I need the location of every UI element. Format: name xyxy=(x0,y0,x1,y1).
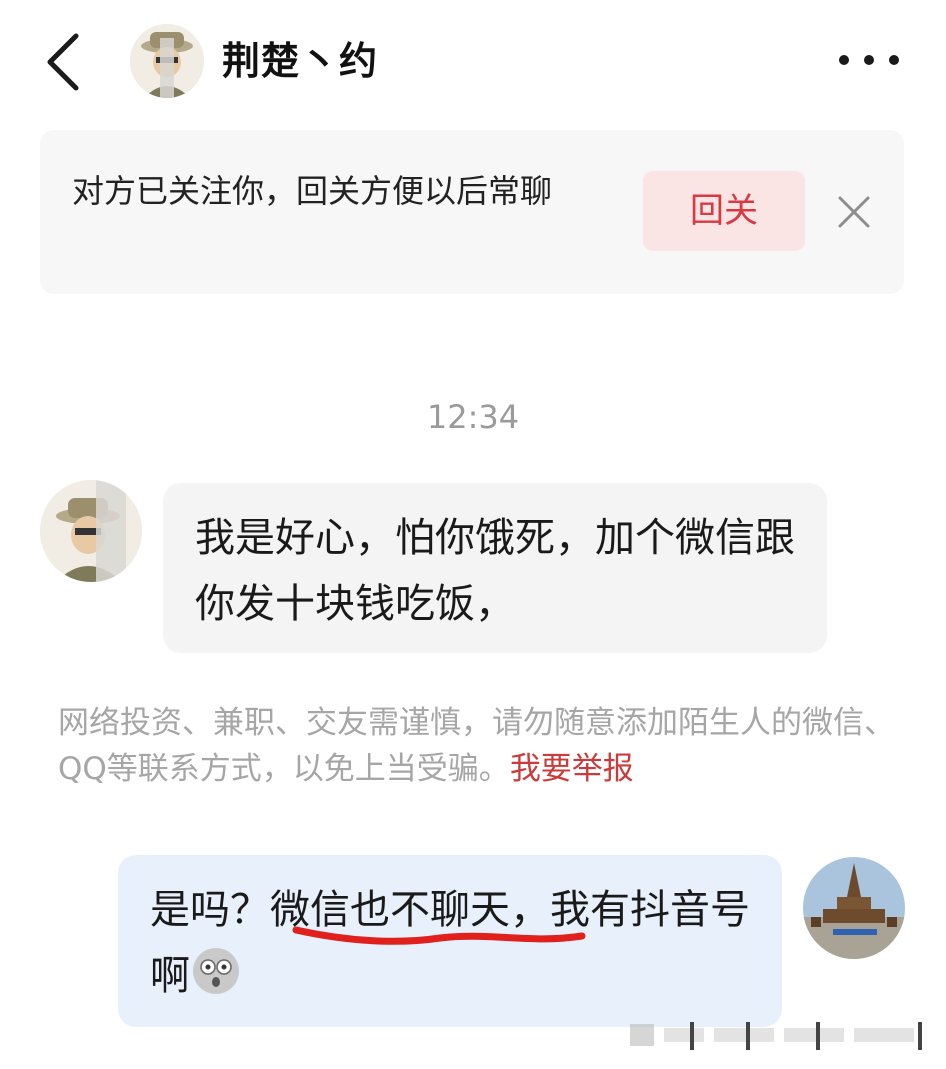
message-timestamp: 12:34 xyxy=(426,398,520,436)
my-avatar[interactable] xyxy=(803,857,905,959)
follow-prompt-text: 对方已关注你，回关方便以后常聊 xyxy=(72,172,553,210)
more-options-icon[interactable] xyxy=(834,44,904,76)
contact-name: 荆楚丶约 xyxy=(222,39,379,83)
follow-back-banner: 对方已关注你，回关方便以后常聊 回关 xyxy=(40,130,904,294)
received-message-bubble[interactable]: 我是好心，怕你饿死，加个微信跟你发十块钱吃饭， xyxy=(163,483,827,653)
wide-eyed-face-icon xyxy=(193,948,239,994)
safety-warning: 网络投资、兼职、交友需谨慎，请勿随意添加陌生人的微信、QQ等联系方式，以免上当受… xyxy=(58,700,898,792)
contact-avatar[interactable] xyxy=(130,24,204,98)
received-message-text: 我是好心，怕你饿死，加个微信跟你发十块钱吃饭， xyxy=(195,515,795,627)
close-icon[interactable] xyxy=(832,190,876,234)
safety-warning-text: 网络投资、兼职、交友需谨慎，请勿随意添加陌生人的微信、QQ等联系方式，以免上当受… xyxy=(58,705,895,787)
watermark-logo xyxy=(630,1022,922,1050)
follow-back-button[interactable]: 回关 xyxy=(643,171,805,251)
back-arrow-icon[interactable] xyxy=(40,30,90,94)
report-link[interactable]: 我要举报 xyxy=(510,751,634,787)
chat-header: 荆楚丶约 xyxy=(0,0,946,120)
sender-avatar[interactable] xyxy=(40,480,142,582)
sent-message-bubble[interactable]: 是吗？微信也不聊天，我有抖音号啊 xyxy=(118,855,782,1027)
